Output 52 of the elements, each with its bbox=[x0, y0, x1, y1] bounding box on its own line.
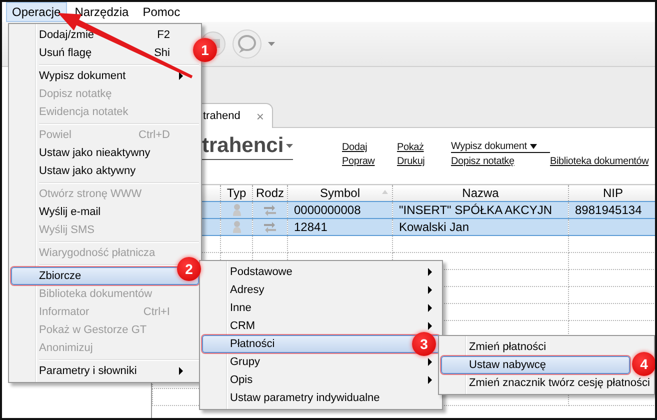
swap-arrows-icon bbox=[263, 204, 277, 218]
action-link[interactable]: Biblioteka dokumentów bbox=[550, 156, 649, 167]
column-header[interactable]: Symbol bbox=[288, 184, 392, 202]
table-cell: 0000000008 bbox=[288, 202, 392, 218]
menu-item[interactable]: Parametry i słowniki bbox=[11, 362, 191, 380]
column-header[interactable]: Rodz bbox=[252, 184, 288, 202]
bust-icon bbox=[230, 220, 242, 234]
swap-arrows-icon bbox=[263, 221, 277, 234]
menu-item[interactable]: Usuń flagę Shi bbox=[11, 44, 191, 62]
table-cell: 12841 bbox=[288, 218, 392, 236]
shortcut-text: F2 bbox=[157, 29, 170, 41]
submenu-arrow-icon bbox=[179, 367, 183, 375]
caret-icon bbox=[530, 144, 537, 149]
menu-bar-item[interactable]: Narzędzia bbox=[68, 2, 135, 22]
action-link[interactable]: Drukuj bbox=[397, 156, 451, 167]
column-header[interactable]: Nazwa bbox=[392, 184, 568, 202]
sort-icon bbox=[382, 190, 388, 194]
action-link[interactable]: Wypisz dokument bbox=[451, 141, 550, 153]
menu-item[interactable]: Dodaj/zmie F2 bbox=[11, 26, 191, 44]
menu-item[interactable]: Ustaw jako aktywny bbox=[11, 162, 191, 180]
menu-item[interactable]: Zmień znacznik twórz cesję płatności bbox=[441, 374, 652, 392]
action-link[interactable]: Pokaż bbox=[397, 142, 451, 153]
action-link[interactable]: Popraw bbox=[342, 156, 397, 167]
tab-label: trahend bbox=[203, 110, 240, 122]
menu-item[interactable]: Inne bbox=[202, 299, 440, 317]
menu-item[interactable]: Podstawowe bbox=[202, 263, 440, 281]
menu-bar-item[interactable]: Pomoc bbox=[136, 2, 186, 22]
column-header[interactable]: Typ bbox=[220, 184, 252, 202]
action-link[interactable]: Dopisz notatkę bbox=[451, 156, 550, 167]
menu-bar-item[interactable]: Operacje bbox=[6, 2, 67, 22]
table-cell: Kowalski Jan bbox=[392, 218, 568, 236]
table-cell: 8981945134 bbox=[568, 202, 655, 218]
close-icon[interactable]: × bbox=[256, 108, 264, 124]
column-header[interactable]: NIP bbox=[568, 184, 655, 202]
table-cell: "INSERT" SPÓŁKA AKCYJN bbox=[392, 202, 568, 218]
submenu-arrow-icon bbox=[428, 304, 432, 312]
submenu-arrow-icon bbox=[428, 268, 432, 276]
menu-item[interactable]: Adresy bbox=[202, 281, 440, 299]
submenu-arrow-icon bbox=[428, 286, 432, 294]
shortcut-text: Ctrl+I bbox=[143, 306, 170, 318]
shortcut-text: Ctrl+D bbox=[138, 129, 170, 141]
menu-item[interactable]: Opis bbox=[202, 371, 440, 389]
submenu-arrow-icon bbox=[428, 376, 432, 384]
menu-item[interactable]: Ustaw jako nieaktywny bbox=[11, 144, 191, 162]
speech-bubble-icon bbox=[232, 29, 262, 59]
shortcut-text: Shi bbox=[154, 47, 170, 59]
caret-icon bbox=[286, 144, 293, 148]
caret-icon bbox=[268, 42, 275, 46]
menu-item[interactable]: Ustaw parametry indywidualne bbox=[202, 389, 440, 407]
menu-item[interactable]: Ustaw nabywcę bbox=[441, 356, 630, 374]
bust-icon bbox=[230, 203, 242, 218]
action-link[interactable]: Dodaj bbox=[342, 142, 397, 153]
